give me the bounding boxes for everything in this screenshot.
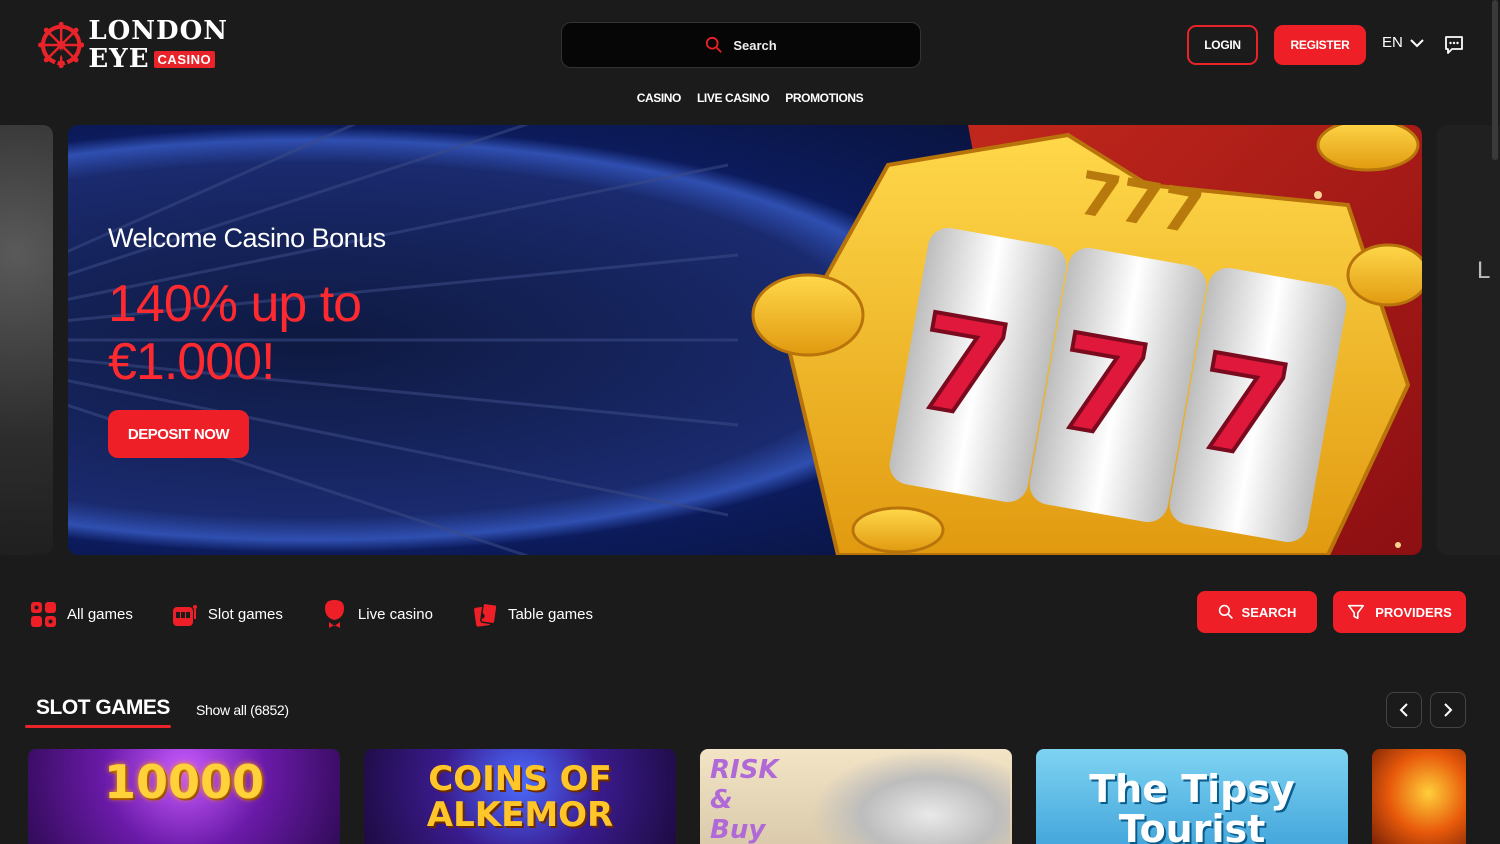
logo-text-london: LONDON: [88, 16, 228, 46]
hero-banner[interactable]: 7 7 7 777 Welcome Casino Bonus 140% up t…: [68, 125, 1422, 555]
providers-label: PROVIDERS: [1375, 604, 1452, 620]
tab-slot-games[interactable]: Slot games: [171, 601, 283, 628]
ferris-wheel-icon: [38, 21, 85, 69]
game-search-label: SEARCH: [1241, 604, 1297, 620]
search-icon: [1218, 604, 1233, 619]
hero-next-slide[interactable]: L: [1437, 125, 1500, 555]
zeus-character: [810, 749, 1010, 844]
providers-button[interactable]: PROVIDERS: [1333, 591, 1466, 633]
chat-icon[interactable]: [1443, 34, 1465, 56]
tab-all-games[interactable]: All games: [30, 601, 133, 628]
hero-title: Welcome Casino Bonus: [108, 223, 386, 253]
hero-next-peek-text: L: [1477, 257, 1491, 284]
language-selector[interactable]: EN: [1382, 34, 1425, 51]
game-title: RISK & Buy: [710, 755, 779, 844]
register-button[interactable]: REGISTER: [1274, 25, 1366, 65]
carousel-prev-button[interactable]: [1386, 692, 1422, 728]
section-title: SLOT GAMES: [36, 696, 170, 719]
game-tile[interactable]: [1372, 749, 1466, 844]
tab-table-games[interactable]: Table games: [471, 601, 593, 628]
category-tabs: All games Slot games Live casino Table g…: [30, 598, 631, 630]
grid-icon: [31, 601, 56, 627]
chevron-down-icon: [1410, 38, 1424, 47]
logo-badge: CASINO: [153, 50, 216, 68]
tab-live-casino[interactable]: Live casino: [321, 598, 433, 630]
nav-casino[interactable]: CASINO: [637, 91, 682, 105]
tab-label: Slot games: [207, 605, 283, 623]
game-tile[interactable]: The Tipsy Tourist: [1036, 749, 1348, 844]
hero-bonus-amount: 140% up to €1.000!: [108, 275, 362, 391]
hero-prev-slide[interactable]: [0, 125, 53, 555]
nav-live-casino[interactable]: LIVE CASINO: [697, 91, 770, 105]
game-tile[interactable]: 10000: [28, 749, 340, 844]
search-placeholder: Search: [733, 37, 777, 53]
carousel-next-button[interactable]: [1430, 692, 1466, 728]
login-button[interactable]: LOGIN: [1187, 25, 1258, 65]
game-search-button[interactable]: SEARCH: [1197, 591, 1317, 633]
main-nav: CASINO LIVE CASINO PROMOTIONS: [0, 91, 1500, 105]
filter-icon: [1348, 604, 1365, 620]
chevron-left-icon: [1399, 703, 1408, 717]
logo[interactable]: LONDON EYE CASINO: [38, 14, 228, 76]
show-all-link[interactable]: Show all (6852): [196, 702, 289, 718]
tab-label: Live casino: [357, 605, 433, 623]
section-title-underline: [25, 725, 171, 728]
nav-promotions[interactable]: PROMOTIONS: [785, 91, 863, 105]
deposit-now-button[interactable]: DEPOSIT NOW: [108, 410, 249, 458]
tab-label: All games: [67, 605, 133, 623]
search-icon: [706, 36, 723, 53]
game-tile[interactable]: COINS OF ALKEMOR: [364, 749, 676, 844]
dealer-icon: [324, 600, 344, 628]
game-title: 10000: [103, 755, 265, 809]
page-scrollbar[interactable]: [1492, 0, 1498, 160]
tab-label: Table games: [507, 605, 594, 623]
chevron-right-icon: [1444, 703, 1453, 717]
search-input[interactable]: Search: [561, 22, 921, 68]
language-label: EN: [1382, 34, 1403, 51]
game-tile[interactable]: RISK & Buy: [700, 749, 1012, 844]
logo-text-eye: EYE: [88, 44, 150, 74]
game-title: The Tipsy Tourist: [1089, 767, 1295, 844]
game-title: COINS OF ALKEMOR: [426, 759, 614, 835]
slot-machine-icon: [172, 604, 197, 626]
cards-icon: [474, 602, 498, 627]
